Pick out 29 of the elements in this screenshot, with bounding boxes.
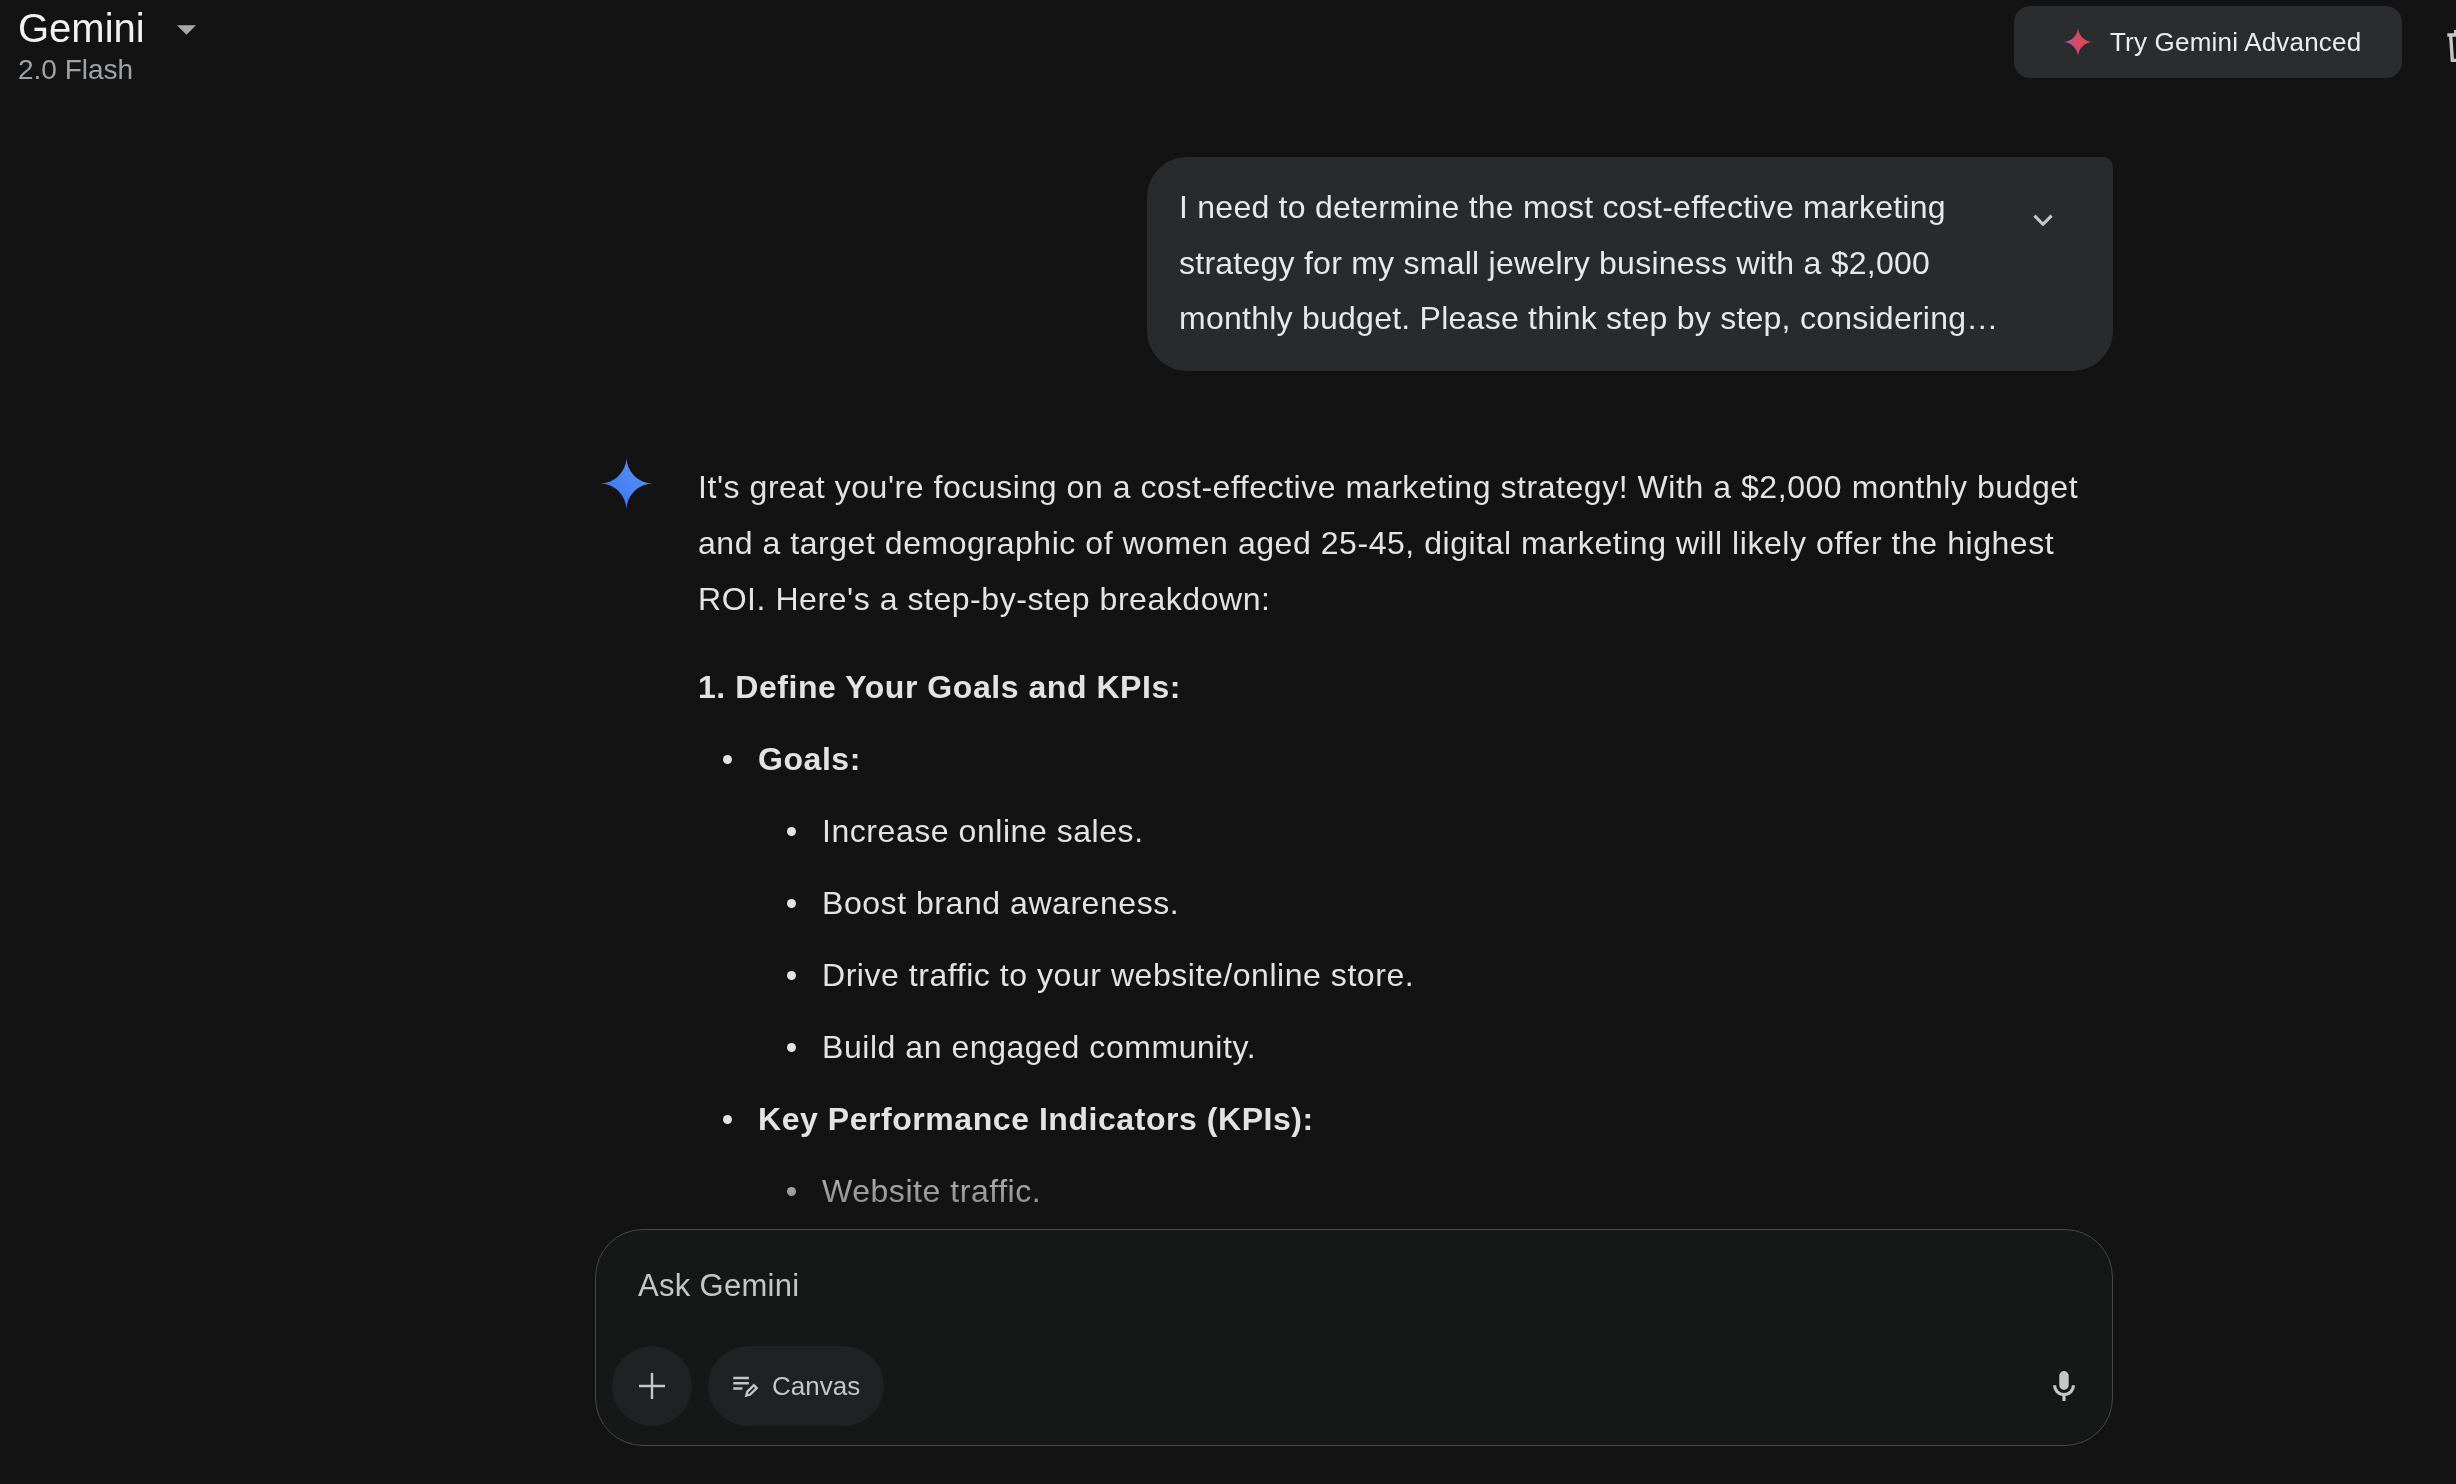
list-item-text: Drive traffic to your website/online store.: [822, 955, 1415, 995]
bullet-icon: [723, 1114, 732, 1124]
mic-icon: [2053, 1370, 2075, 1402]
model-selector[interactable]: Gemini 2.0 Flash: [0, 0, 196, 86]
list-item-text: Boost brand awareness.: [822, 883, 1180, 923]
bullet-icon: [723, 754, 732, 764]
prompt-box[interactable]: Ask Gemini Canvas: [595, 1229, 2113, 1446]
canvas-button[interactable]: Canvas: [708, 1346, 885, 1426]
list-item-text: Increase online sales.: [822, 811, 1144, 851]
bullet-icon: [787, 898, 796, 908]
list-item-text: Website traffic.: [822, 1171, 1042, 1211]
edit-note-icon: [732, 1375, 758, 1397]
caret-icon: [176, 25, 196, 35]
plus-icon: [639, 1373, 665, 1399]
sparkle-icon: [600, 456, 653, 510]
prompt-input[interactable]: Ask Gemini: [612, 1258, 2088, 1314]
response-paragraph: It's great you're focusing on a cost-effective marketing strategy! With a $2,000 monthly budget and a target demographic of women aged 25-45, digital marketing will likely offer the highest ROI. Here's a step-by-step breakdown:: [698, 467, 2080, 619]
bullet-icon: [787, 1042, 796, 1052]
bullet-icon: [787, 1186, 796, 1196]
sparkle-icon: [2063, 27, 2093, 57]
list-item-text: Build an engaged community.: [822, 1027, 1257, 1067]
section-heading: 1. Define Your Goals and KPIs:: [698, 667, 1182, 707]
bullet-icon: [787, 970, 796, 980]
trash-icon[interactable]: [2447, 30, 2456, 62]
upgrade-button[interactable]: Try Gemini Advanced: [2014, 6, 2402, 78]
list-item-text: Key Performance Indicators (KPIs):: [758, 1099, 1314, 1139]
bullet-icon: [787, 826, 796, 836]
list-item-text: Goals:: [758, 739, 861, 779]
user-message-text: I need to determine the most cost-effective marketing strategy for my small jewelry business with a $2,000 monthly budget. Please think step by step, considering…: [1179, 188, 2000, 338]
